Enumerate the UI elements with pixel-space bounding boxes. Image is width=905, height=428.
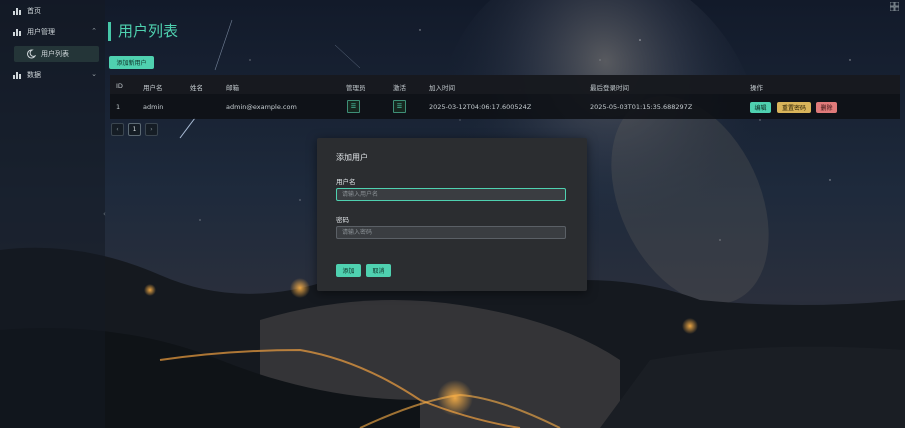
sidebar-item-label: 首页 [27,7,41,15]
password-input[interactable] [336,226,566,239]
column-header-id: ID [116,82,123,90]
sidebar-item-label: 数据 [27,71,41,79]
cell-last-login: 2025-05-03T01:15:35.688297Z [590,103,693,111]
password-label: 密码 [336,216,349,224]
cancel-button[interactable]: 取消 [366,264,391,277]
sidebar: 首页 用户管理 ⌃ 用户列表 数据 ⌄ [0,0,105,428]
grid-icon[interactable] [890,2,899,11]
collapse-arrow-icon[interactable]: ‹ [103,210,106,218]
table-header-row: ID 用户名 姓名 邮箱 管理员 激活 加入时间 最后登录时间 操作 [110,75,900,94]
username-label: 用户名 [336,178,356,186]
column-header-admin: 管理员 [346,84,366,92]
delete-button[interactable]: 删除 [816,102,837,113]
add-user-button[interactable]: 添加新用户 [109,56,154,69]
chart-icon [13,72,21,79]
sidebar-item-label: 用户列表 [41,50,69,58]
dialog-title: 添加用户 [336,153,368,162]
cell-username: admin [143,103,164,111]
username-input[interactable] [336,188,566,201]
prev-page-button[interactable]: ‹ [111,123,124,136]
page-title: 用户列表 [108,22,178,41]
chevron-down-icon: ⌄ [91,70,97,78]
reset-password-button[interactable]: 重置密码 [777,102,811,113]
admin-checkbox[interactable]: ☰ [347,100,360,113]
column-header-name: 姓名 [190,84,203,92]
page-number-button[interactable]: 1 [128,123,141,136]
cell-email: admin@example.com [226,103,297,111]
cell-joined: 2025-03-12T04:06:17.600524Z [429,103,532,111]
sidebar-item-user-management[interactable]: 用户管理 ⌃ [0,23,105,41]
column-header-joined: 加入时间 [429,84,455,92]
moon-icon [27,49,36,59]
chart-icon [13,29,21,36]
chevron-up-icon: ⌃ [91,27,97,35]
sidebar-item-home[interactable]: 首页 [0,2,105,20]
next-page-button[interactable]: › [145,123,158,136]
column-header-actions: 操作 [750,84,763,92]
column-header-last-login: 最后登录时间 [590,84,629,92]
column-header-username: 用户名 [143,84,163,92]
add-user-dialog: 添加用户 用户名 密码 添加 取消 [317,138,587,291]
sidebar-item-data[interactable]: 数据 ⌄ [0,66,105,84]
edit-button[interactable]: 编辑 [750,102,771,113]
column-header-active: 激活 [393,84,406,92]
active-checkbox[interactable]: ☰ [393,100,406,113]
pagination: ‹ 1 › [111,123,158,136]
sidebar-item-user-list[interactable]: 用户列表 [14,46,99,62]
sidebar-item-label: 用户管理 [27,28,55,36]
column-header-email: 邮箱 [226,84,239,92]
chart-icon [13,8,21,15]
submit-add-button[interactable]: 添加 [336,264,361,277]
cell-id: 1 [116,103,121,111]
user-table: ID 用户名 姓名 邮箱 管理员 激活 加入时间 最后登录时间 操作 1 adm… [110,75,900,119]
